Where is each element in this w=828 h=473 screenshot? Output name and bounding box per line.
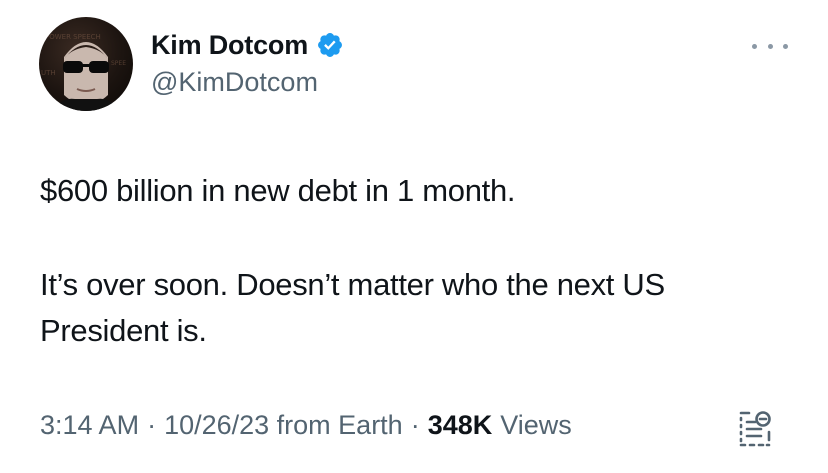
dot	[752, 43, 757, 49]
svg-text:SPEE: SPEE	[111, 60, 126, 67]
separator: ·	[147, 410, 157, 440]
dot	[767, 43, 773, 49]
svg-text:POWER SPEECH: POWER SPEECH	[45, 33, 101, 41]
tweet-text-line: President is.	[40, 313, 207, 348]
tweet-text-line: It’s over soon. Doesn’t matter who the n…	[40, 267, 665, 302]
views-label[interactable]: Views	[500, 410, 572, 441]
tweet-meta: 3:14 AM · 10/26/23 from Earth · 348K Vie…	[40, 410, 572, 441]
svg-text:UTH: UTH	[41, 69, 56, 77]
avatar[interactable]: POWER SPEECH UTH SPEE	[39, 17, 133, 111]
author-name-row[interactable]: Kim Dotcom	[151, 28, 344, 62]
author-display-name[interactable]: Kim Dotcom	[151, 30, 308, 61]
separator: ·	[410, 410, 420, 440]
tweet-text: $600 billion in new debt in 1 month. It’…	[40, 168, 810, 354]
reader-view-icon[interactable]	[737, 410, 773, 448]
author-handle[interactable]: @KimDotcom	[151, 67, 318, 98]
tweet-card: POWER SPEECH UTH SPEE Kim Dotcom @KimDot…	[0, 0, 828, 473]
tweet-text-line: $600 billion in new debt in 1 month.	[40, 173, 516, 208]
tweet-date-source[interactable]: 10/26/23 from Earth	[164, 410, 403, 441]
tweet-time[interactable]: 3:14 AM	[40, 410, 139, 441]
views-count[interactable]: 348K	[428, 410, 493, 441]
dot	[783, 43, 788, 49]
more-dots-icon[interactable]	[752, 40, 788, 52]
verified-badge-icon[interactable]	[316, 31, 344, 59]
